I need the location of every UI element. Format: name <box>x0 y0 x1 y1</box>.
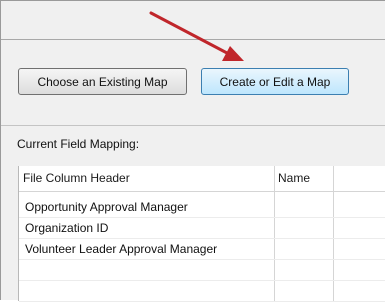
choose-existing-map-button[interactable]: Choose an Existing Map <box>18 68 187 95</box>
column-header-name[interactable]: Name <box>274 166 333 191</box>
table-row[interactable] <box>19 281 385 302</box>
mapping-panel: Choose an Existing Map Create or Edit a … <box>0 0 385 302</box>
create-edit-map-button[interactable]: Create or Edit a Map <box>201 68 349 95</box>
section-divider <box>1 125 385 126</box>
table-row[interactable] <box>19 260 385 281</box>
row-file-column-header: Volunteer Leader Approval Manager <box>25 242 218 256</box>
table-header: File Column Header Name <box>19 166 385 192</box>
column-header-file[interactable]: File Column Header <box>19 166 274 191</box>
field-mapping-table[interactable]: File Column Header Name Opportunity Appr… <box>18 166 385 302</box>
table-row[interactable]: Volunteer Leader Approval Manager <box>19 239 385 260</box>
row-file-column-header: Opportunity Approval Manager <box>25 200 188 214</box>
row-file-column-header: Organization ID <box>25 221 109 235</box>
top-divider <box>1 39 385 40</box>
table-row[interactable]: Opportunity Approval Manager <box>19 197 385 218</box>
annotation-arrow-icon <box>149 11 244 61</box>
current-field-mapping-label: Current Field Mapping: <box>17 137 140 151</box>
table-row[interactable]: Organization ID <box>19 218 385 239</box>
